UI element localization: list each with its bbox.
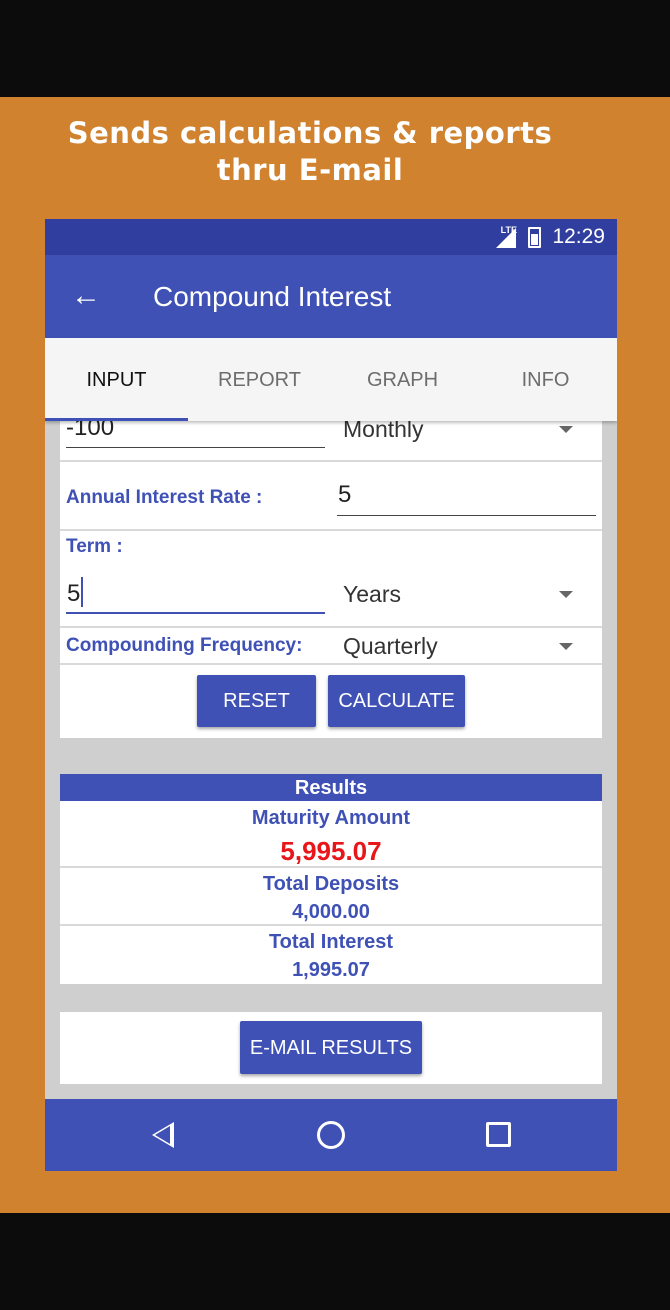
maturity-amount-label: Maturity Amount [251,807,411,829]
tab-graph[interactable]: GRAPH [331,338,474,421]
page-title: Compound Interest [153,281,392,312]
chevron-down-icon[interactable] [559,591,573,598]
signal-icon [496,228,516,248]
total-interest-label: Total Interest [268,931,394,953]
results-header: Results [60,774,602,801]
total-deposits-value: 4,000.00 [292,901,370,923]
chevron-down-icon[interactable] [559,426,573,433]
email-card: E-MAIL RESULTS [60,1012,602,1084]
tab-report[interactable]: REPORT [188,338,331,421]
status-time: 12:29 [552,225,605,248]
compounding-frequency-select[interactable]: Quarterly [343,633,438,660]
divider [60,529,602,531]
chevron-down-icon[interactable] [559,643,573,650]
recents-square-icon[interactable] [486,1122,511,1147]
annual-rate-input[interactable]: 5 [338,481,351,509]
tab-input[interactable]: INPUT [45,338,188,421]
tab-bar: INPUT REPORT GRAPH INFO [45,338,617,421]
divider [60,460,602,462]
term-label: Term : [66,536,123,557]
annual-rate-label: Annual Interest Rate : [66,487,263,508]
input-card: -100 Monthly Annual Interest Rate : 5 Te… [60,414,602,738]
divider [60,626,602,628]
tab-info[interactable]: INFO [474,338,617,421]
promo-headline: Sends calculations & reports thru E-mail [0,115,620,189]
promo-banner: Sends calculations & reports thru E-mail… [0,97,670,1213]
promo-headline-line2: thru E-mail [216,153,404,187]
deposit-amount-underline [66,447,325,448]
tab-indicator [45,418,188,421]
navigation-bar [45,1099,617,1171]
status-bar: LTE 12:29 [45,219,617,255]
annual-rate-underline [337,515,596,516]
divider [60,663,602,665]
home-circle-icon[interactable] [317,1121,345,1149]
term-unit-select[interactable]: Years [343,581,401,608]
divider [60,924,602,926]
term-input-focus-underline [66,612,325,614]
battery-icon [528,227,541,248]
arrow-left-icon[interactable]: ← [71,276,101,316]
app-bar: ← Compound Interest [45,255,617,338]
compounding-frequency-label: Compounding Frequency: [66,635,303,656]
phone-screen: LTE 12:29 ← Compound Interest INPUT REPO… [45,219,617,1171]
divider [60,866,602,868]
term-input[interactable]: 5 [67,580,80,608]
promo-headline-line1: Sends calculations & reports [67,116,553,150]
total-interest-value: 1,995.07 [292,959,370,981]
calculate-button[interactable]: CALCULATE [328,675,465,727]
text-cursor [81,577,83,607]
email-results-button[interactable]: E-MAIL RESULTS [240,1021,422,1074]
total-deposits-label: Total Deposits [262,873,400,895]
maturity-amount-value: 5,995.07 [280,836,382,866]
reset-button[interactable]: RESET [197,675,316,727]
results-card: Results Maturity Amount 5,995.07 Total D… [60,774,602,984]
